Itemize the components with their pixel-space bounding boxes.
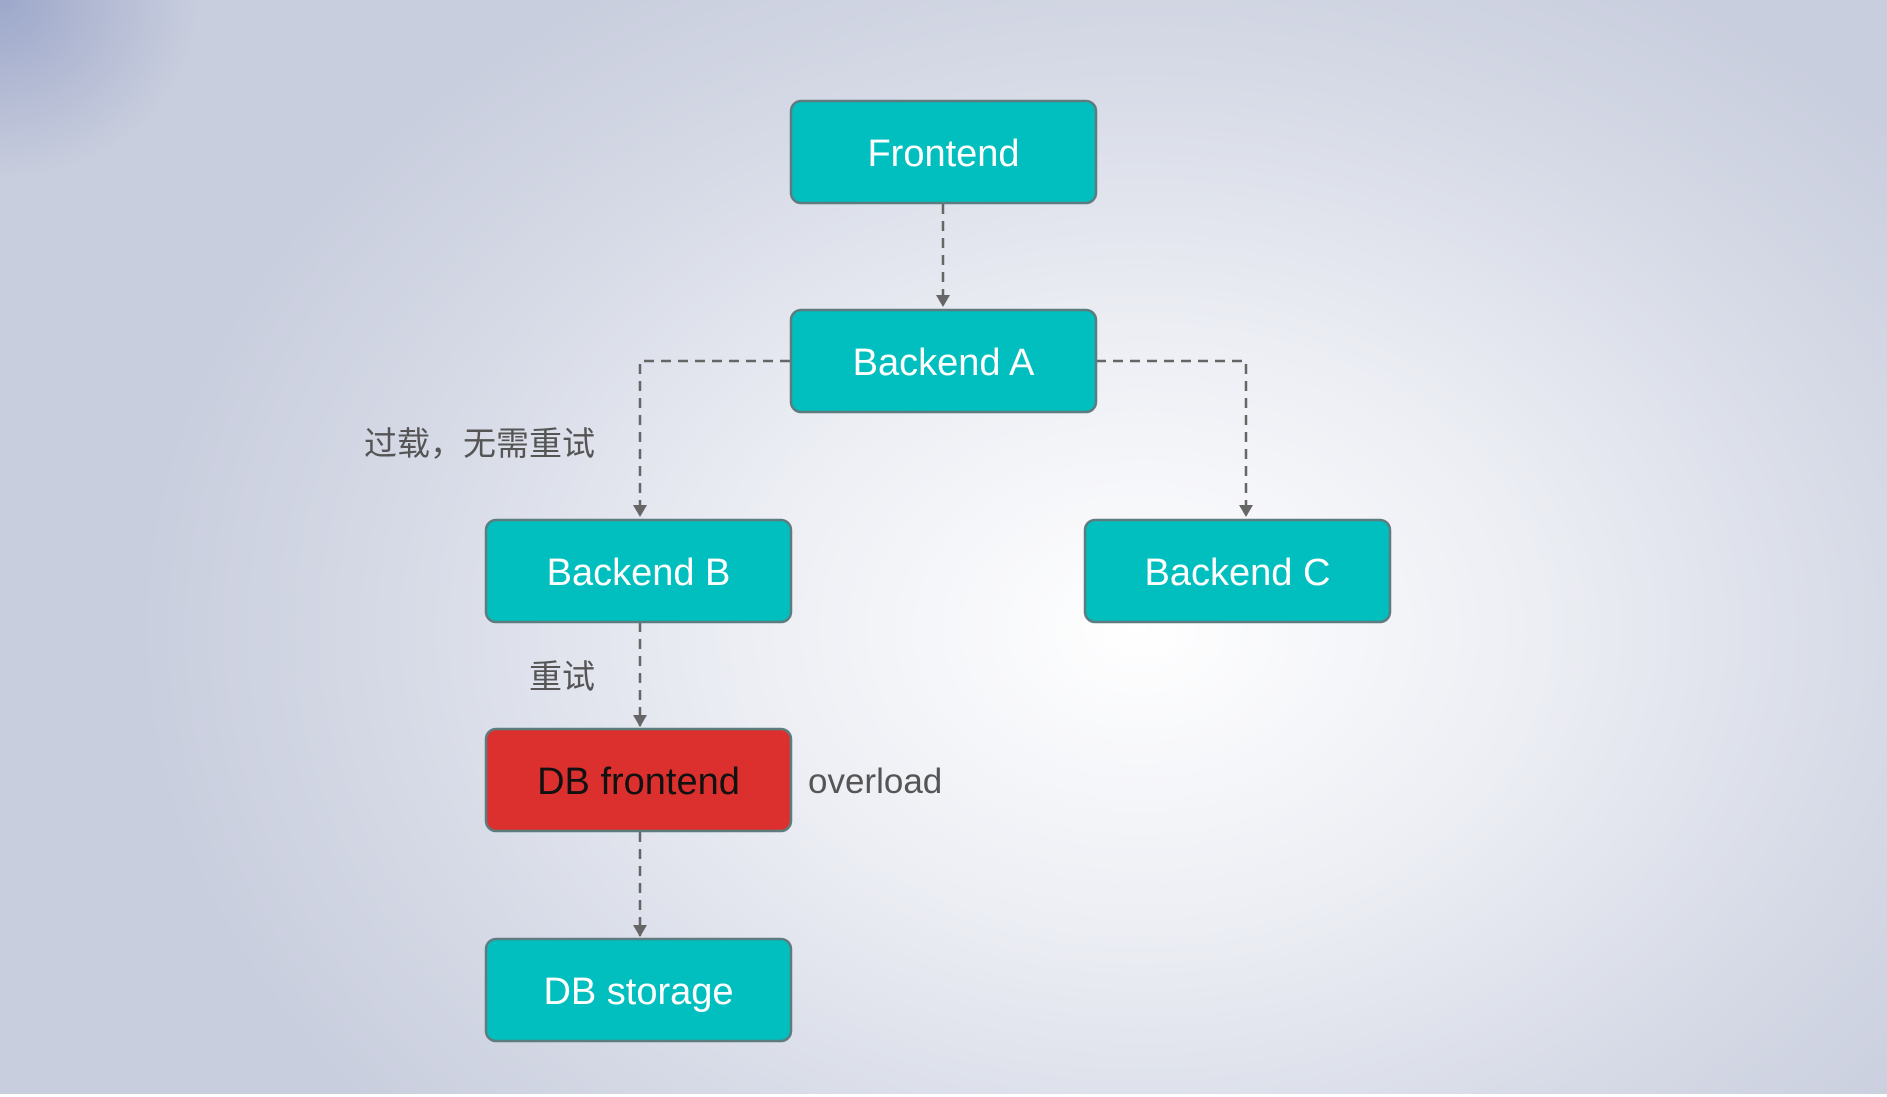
- node-backend-b[interactable]: Backend B: [484, 518, 793, 624]
- label-overload: overload: [808, 762, 942, 801]
- node-db-frontend[interactable]: DB frontend: [484, 727, 793, 833]
- node-backend-c-label: Backend C: [1145, 552, 1331, 594]
- node-backend-a[interactable]: Backend A: [789, 308, 1098, 414]
- edge-backend-a-to-backend-b: [633, 359, 790, 517]
- node-frontend[interactable]: Frontend: [789, 99, 1098, 205]
- node-backend-c[interactable]: Backend C: [1083, 518, 1392, 624]
- node-backend-b-label: Backend B: [547, 552, 731, 594]
- node-db-frontend-label: DB frontend: [537, 761, 740, 803]
- node-backend-a-label: Backend A: [853, 342, 1035, 384]
- edge-backend-a-to-backend-c: [1096, 359, 1253, 517]
- node-db-storage[interactable]: DB storage: [484, 937, 793, 1043]
- label-overload-no-retry: 过载，无需重试: [364, 424, 595, 463]
- label-retry: 重试: [529, 657, 595, 696]
- architecture-diagram: Frontend Backend A Backend B Backend C D…: [364, 99, 1392, 1043]
- node-frontend-label: Frontend: [867, 133, 1019, 175]
- node-db-storage-label: DB storage: [543, 971, 733, 1013]
- diagram-background: Frontend Backend A Backend B Backend C D…: [0, 0, 1887, 1097]
